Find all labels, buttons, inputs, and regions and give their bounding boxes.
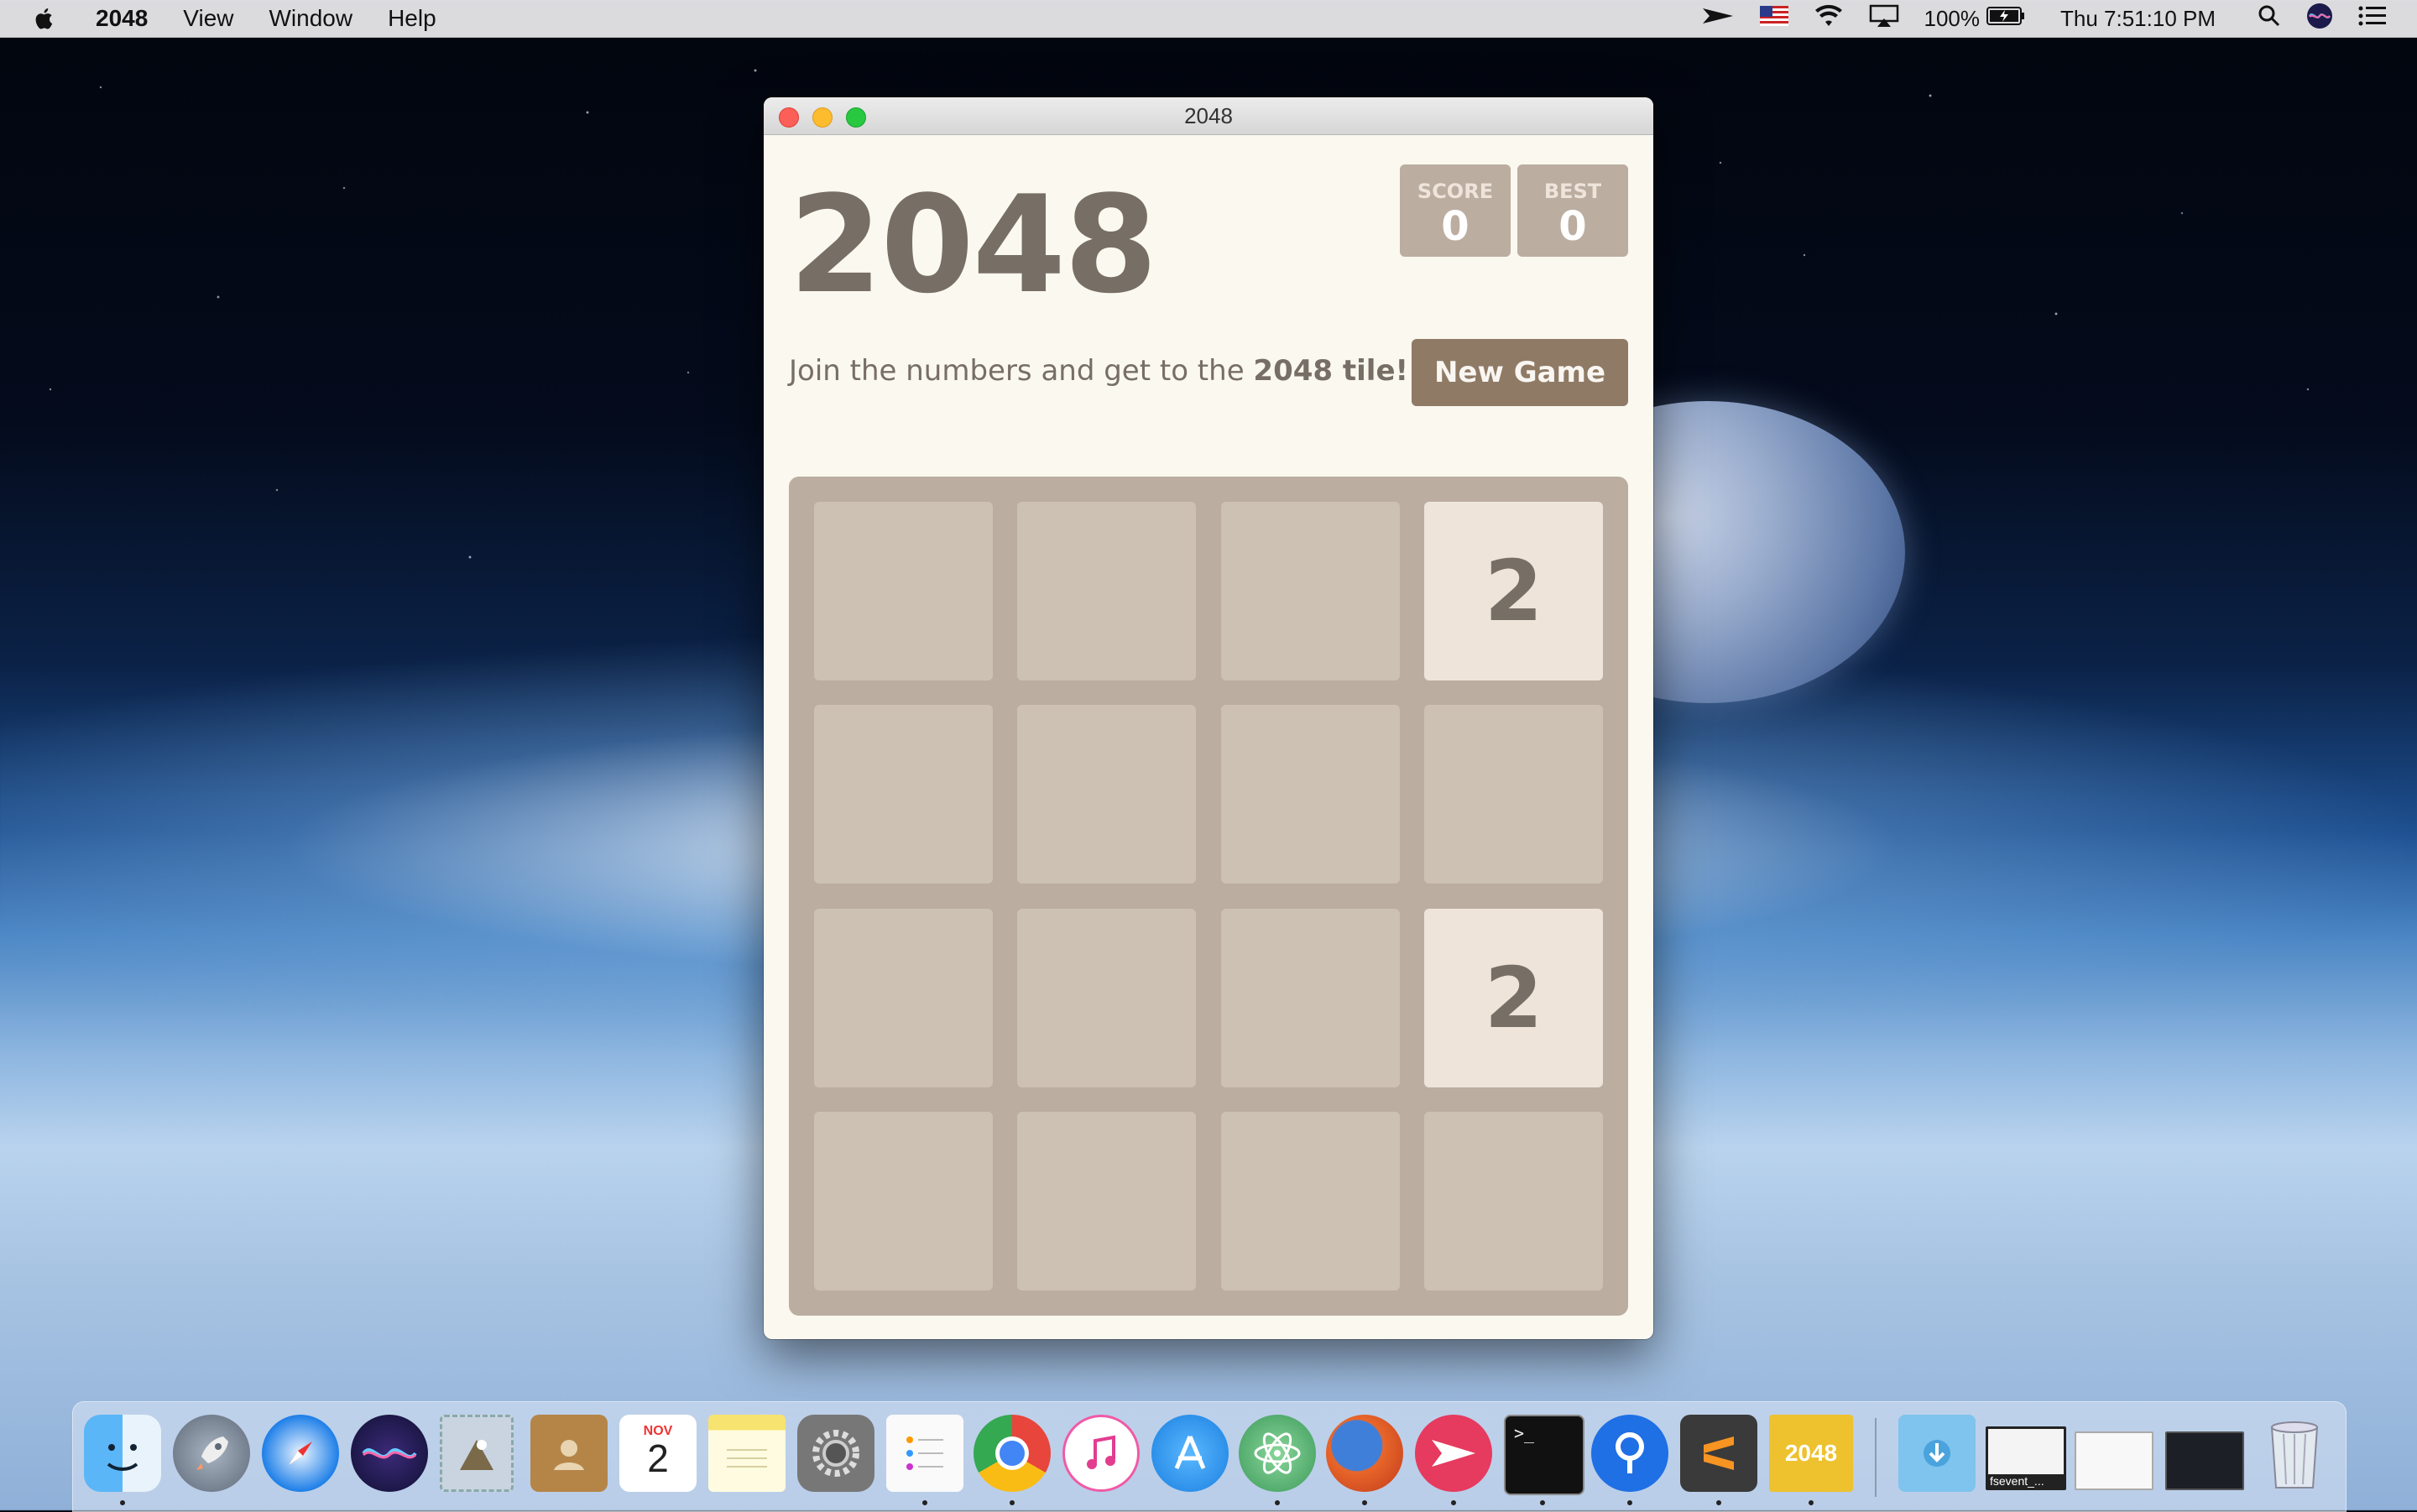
best-label: BEST xyxy=(1543,180,1602,203)
siri-icon[interactable] xyxy=(2306,3,2333,35)
finder-icon[interactable] xyxy=(84,1415,161,1492)
menu-app-name[interactable]: 2048 xyxy=(96,5,148,32)
game-window: 2048 2048 SCORE 0 BEST 0 Join the number… xyxy=(764,97,1653,1339)
list-icon[interactable] xyxy=(886,1415,963,1492)
pin-running-dot xyxy=(1627,1500,1632,1505)
menubar-clock[interactable]: Thu 7:51:10 PM xyxy=(2060,6,2216,32)
compass-icon[interactable] xyxy=(262,1415,339,1492)
stamp-icon[interactable] xyxy=(440,1415,514,1492)
game-board[interactable]: 2 2 xyxy=(789,477,1628,1316)
grid-cell xyxy=(1017,705,1196,884)
spotlight-search-icon[interactable] xyxy=(2258,4,2281,34)
grid-cell xyxy=(1424,1112,1603,1290)
sublime-running-dot xyxy=(1716,1500,1721,1505)
notes-icon[interactable] xyxy=(708,1415,786,1492)
terminal-icon[interactable]: >_ xyxy=(1504,1415,1584,1495)
downloads-folder-icon[interactable] xyxy=(1898,1415,1976,1492)
score-label: SCORE xyxy=(1417,180,1494,203)
battery-icon[interactable] xyxy=(1986,5,2025,32)
grid-cell xyxy=(1017,909,1196,1087)
notification-center-icon[interactable] xyxy=(2358,5,2387,33)
gear-icon[interactable] xyxy=(797,1415,874,1492)
atom-running-dot xyxy=(1275,1500,1280,1505)
calendar-icon[interactable]: NOV 2 xyxy=(619,1415,697,1492)
dock-separator xyxy=(1875,1418,1877,1497)
best-score-box: BEST 0 xyxy=(1517,164,1628,257)
sublime-icon[interactable] xyxy=(1680,1415,1757,1492)
grid-cell xyxy=(1424,705,1603,884)
contacts-icon[interactable] xyxy=(530,1415,608,1492)
airplay-icon[interactable] xyxy=(1869,4,1899,34)
thumbnail-label: fsevent_... xyxy=(1988,1474,2064,1488)
window-titlebar[interactable]: 2048 xyxy=(764,97,1653,135)
rocket-icon[interactable] xyxy=(173,1415,250,1492)
menu-bar: 2048 View Window Help 100% Thu 7:51:10 P… xyxy=(0,0,2417,38)
terminal-prompt: >_ xyxy=(1514,1423,1535,1443)
window-thumbnail-icon[interactable]: fsevent_... xyxy=(1986,1426,2066,1490)
2048-running-dot xyxy=(1809,1500,1814,1505)
game-intro-text: Join the numbers and get to the xyxy=(789,354,1254,388)
wifi-icon[interactable] xyxy=(1814,4,1844,34)
reminders-running-dot xyxy=(922,1500,927,1505)
terminal-running-dot xyxy=(1540,1500,1545,1505)
chrome-window-thumbnail-icon[interactable] xyxy=(2075,1431,2153,1490)
score-value: 0 xyxy=(1441,203,1470,250)
score-box: SCORE 0 xyxy=(1400,164,1511,257)
2048-dock-label: 2048 xyxy=(1784,1440,1838,1466)
grid-cell xyxy=(814,705,993,884)
grid-cell xyxy=(814,502,993,680)
terminal-window-thumbnail-icon[interactable] xyxy=(2165,1431,2244,1490)
best-value: 0 xyxy=(1558,203,1587,250)
game-title: 2048 xyxy=(789,166,1157,323)
chrome-running-dot xyxy=(1010,1500,1015,1505)
grid-cell xyxy=(1221,1112,1400,1290)
chrome-icon[interactable] xyxy=(974,1415,1051,1492)
game-intro: Join the numbers and get to the 2048 til… xyxy=(789,354,1408,388)
grid-cell xyxy=(1017,502,1196,680)
calendar-day: 2 xyxy=(647,1436,669,1480)
2048-icon[interactable]: 2048 xyxy=(1769,1415,1853,1492)
airmail-status-icon[interactable] xyxy=(1701,5,1735,32)
menu-window[interactable]: Window xyxy=(269,5,352,32)
game-intro-goal: 2048 tile! xyxy=(1253,354,1409,388)
finder-running-dot xyxy=(120,1500,125,1505)
apple-icon[interactable] xyxy=(32,5,55,32)
music-note-icon[interactable] xyxy=(1062,1415,1140,1492)
firefox-running-dot xyxy=(1362,1500,1367,1505)
menu-view[interactable]: View xyxy=(183,5,233,32)
app-store-icon[interactable] xyxy=(1151,1415,1229,1492)
window-title: 2048 xyxy=(1184,103,1233,128)
trash-icon[interactable] xyxy=(2256,1415,2333,1492)
airmail-running-dot xyxy=(1451,1500,1456,1505)
tile-r3-c4: 2 xyxy=(1424,909,1603,1087)
grid-cell xyxy=(1221,502,1400,680)
atom-icon[interactable] xyxy=(1239,1415,1316,1492)
grid-cell xyxy=(1017,1112,1196,1290)
new-game-button[interactable]: New Game xyxy=(1412,339,1628,406)
grid-cell xyxy=(814,909,993,1087)
tile-r1-c4: 2 xyxy=(1424,502,1603,680)
grid-cell xyxy=(1221,705,1400,884)
grid-cell xyxy=(814,1112,993,1290)
siri-icon[interactable] xyxy=(351,1415,428,1492)
airmail-icon[interactable] xyxy=(1415,1415,1492,1492)
pin-icon[interactable] xyxy=(1591,1415,1668,1492)
battery-percent: 100% xyxy=(1924,5,1981,31)
menu-help[interactable]: Help xyxy=(388,5,436,32)
us-flag-icon[interactable] xyxy=(1759,5,1788,32)
firefox-icon[interactable] xyxy=(1326,1415,1403,1492)
grid-cell xyxy=(1221,909,1400,1087)
